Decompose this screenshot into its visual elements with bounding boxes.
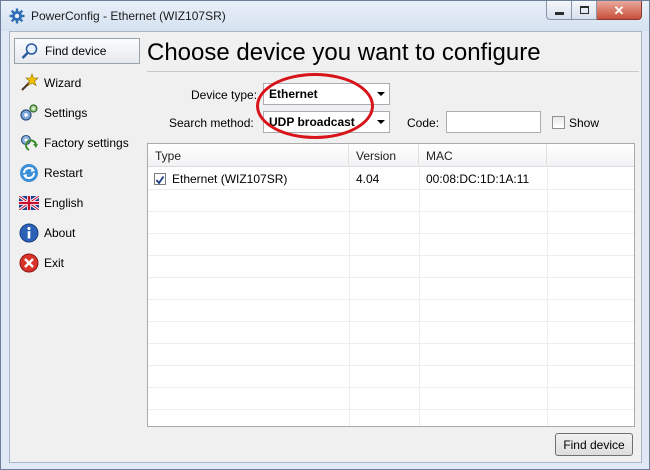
checkmark-icon — [155, 175, 165, 185]
row-divider — [148, 299, 634, 300]
table-row[interactable]: Ethernet (WIZ107SR) 4.04 00:08:DC:1D:1A:… — [148, 167, 634, 189]
row-divider — [148, 255, 634, 256]
sidebar-item-label: Settings — [44, 106, 88, 120]
device-type-value: Ethernet — [269, 87, 318, 101]
exit-icon — [19, 253, 39, 273]
row-divider — [148, 277, 634, 278]
title-divider — [147, 71, 639, 72]
chevron-down-icon — [377, 120, 385, 124]
column-divider — [419, 167, 420, 426]
sidebar-item-restart[interactable]: Restart — [14, 158, 140, 188]
gear-icon — [9, 8, 25, 24]
row-divider — [148, 211, 634, 212]
minimize-icon — [554, 11, 564, 15]
row-checkbox[interactable] — [154, 173, 166, 185]
row-divider — [148, 233, 634, 234]
sidebar-item-label: About — [44, 226, 76, 240]
maximize-button[interactable] — [572, 1, 597, 20]
row-divider — [148, 321, 634, 322]
sidebar-item-english[interactable]: English — [14, 188, 140, 218]
magnifier-icon — [20, 41, 40, 61]
row-divider — [148, 189, 634, 190]
factory-reset-icon — [19, 133, 39, 153]
row-divider — [148, 365, 634, 366]
search-method-dropdown[interactable]: UDP broadcast — [263, 111, 390, 133]
sidebar: Find device Wizard Settings Factory sett… — [14, 38, 140, 278]
app-window: PowerConfig - Ethernet (WIZ107SR) ✕ Find… — [0, 0, 650, 470]
client-area: Find device Wizard Settings Factory sett… — [9, 31, 642, 463]
column-divider — [547, 167, 548, 426]
code-input[interactable] — [446, 111, 541, 133]
chevron-down-icon — [377, 92, 385, 96]
close-button[interactable]: ✕ — [597, 1, 642, 20]
minimize-button[interactable] — [546, 1, 572, 20]
column-header-type[interactable]: Type — [148, 144, 349, 167]
show-checkbox[interactable] — [552, 116, 565, 129]
device-type-dropdown[interactable]: Ethernet — [263, 83, 390, 105]
sidebar-item-about[interactable]: About — [14, 218, 140, 248]
search-method-value: UDP broadcast — [269, 115, 355, 129]
sidebar-item-label: Restart — [44, 166, 83, 180]
close-icon: ✕ — [613, 2, 625, 18]
window-title: PowerConfig - Ethernet (WIZ107SR) — [31, 9, 226, 23]
sidebar-item-label: Exit — [44, 256, 65, 270]
sidebar-item-factory-settings[interactable]: Factory settings — [14, 128, 140, 158]
code-label: Code: — [407, 116, 440, 130]
cell-type: Ethernet (WIZ107SR) — [172, 172, 288, 186]
show-label: Show — [569, 116, 600, 130]
sidebar-item-label: English — [44, 196, 84, 210]
row-divider — [148, 409, 634, 410]
maximize-icon — [579, 6, 589, 14]
device-table: Type Version MAC Ethernet (WIZ107SR) 4.0… — [147, 143, 635, 427]
column-header-mac[interactable]: MAC — [419, 144, 547, 167]
restart-icon — [19, 163, 39, 183]
sidebar-item-exit[interactable]: Exit — [14, 248, 140, 278]
cell-version: 4.04 — [356, 172, 380, 186]
search-method-label: Search method: — [169, 116, 254, 130]
info-icon — [19, 223, 39, 243]
device-type-label: Device type: — [191, 88, 258, 102]
sidebar-item-label: Find device — [45, 44, 107, 58]
gears-icon — [19, 103, 39, 123]
sidebar-item-wizard[interactable]: Wizard — [14, 68, 140, 98]
column-divider — [349, 167, 350, 426]
sidebar-item-settings[interactable]: Settings — [14, 98, 140, 128]
column-header-version[interactable]: Version — [349, 144, 419, 167]
table-header: Type Version MAC — [148, 144, 634, 167]
window-controls: ✕ — [546, 1, 642, 21]
sidebar-item-label: Wizard — [44, 76, 82, 90]
wizard-icon — [19, 73, 39, 93]
find-device-button[interactable]: Find device — [555, 433, 633, 456]
uk-flag-icon — [19, 193, 39, 213]
page-title: Choose device you want to configure — [147, 39, 541, 66]
row-divider — [148, 387, 634, 388]
title-bar: PowerConfig - Ethernet (WIZ107SR) ✕ — [1, 1, 649, 31]
sidebar-item-label: Factory settings — [44, 136, 129, 150]
row-divider — [148, 343, 634, 344]
sidebar-item-find-device[interactable]: Find device — [14, 38, 140, 64]
cell-mac: 00:08:DC:1D:1A:11 — [426, 172, 530, 186]
